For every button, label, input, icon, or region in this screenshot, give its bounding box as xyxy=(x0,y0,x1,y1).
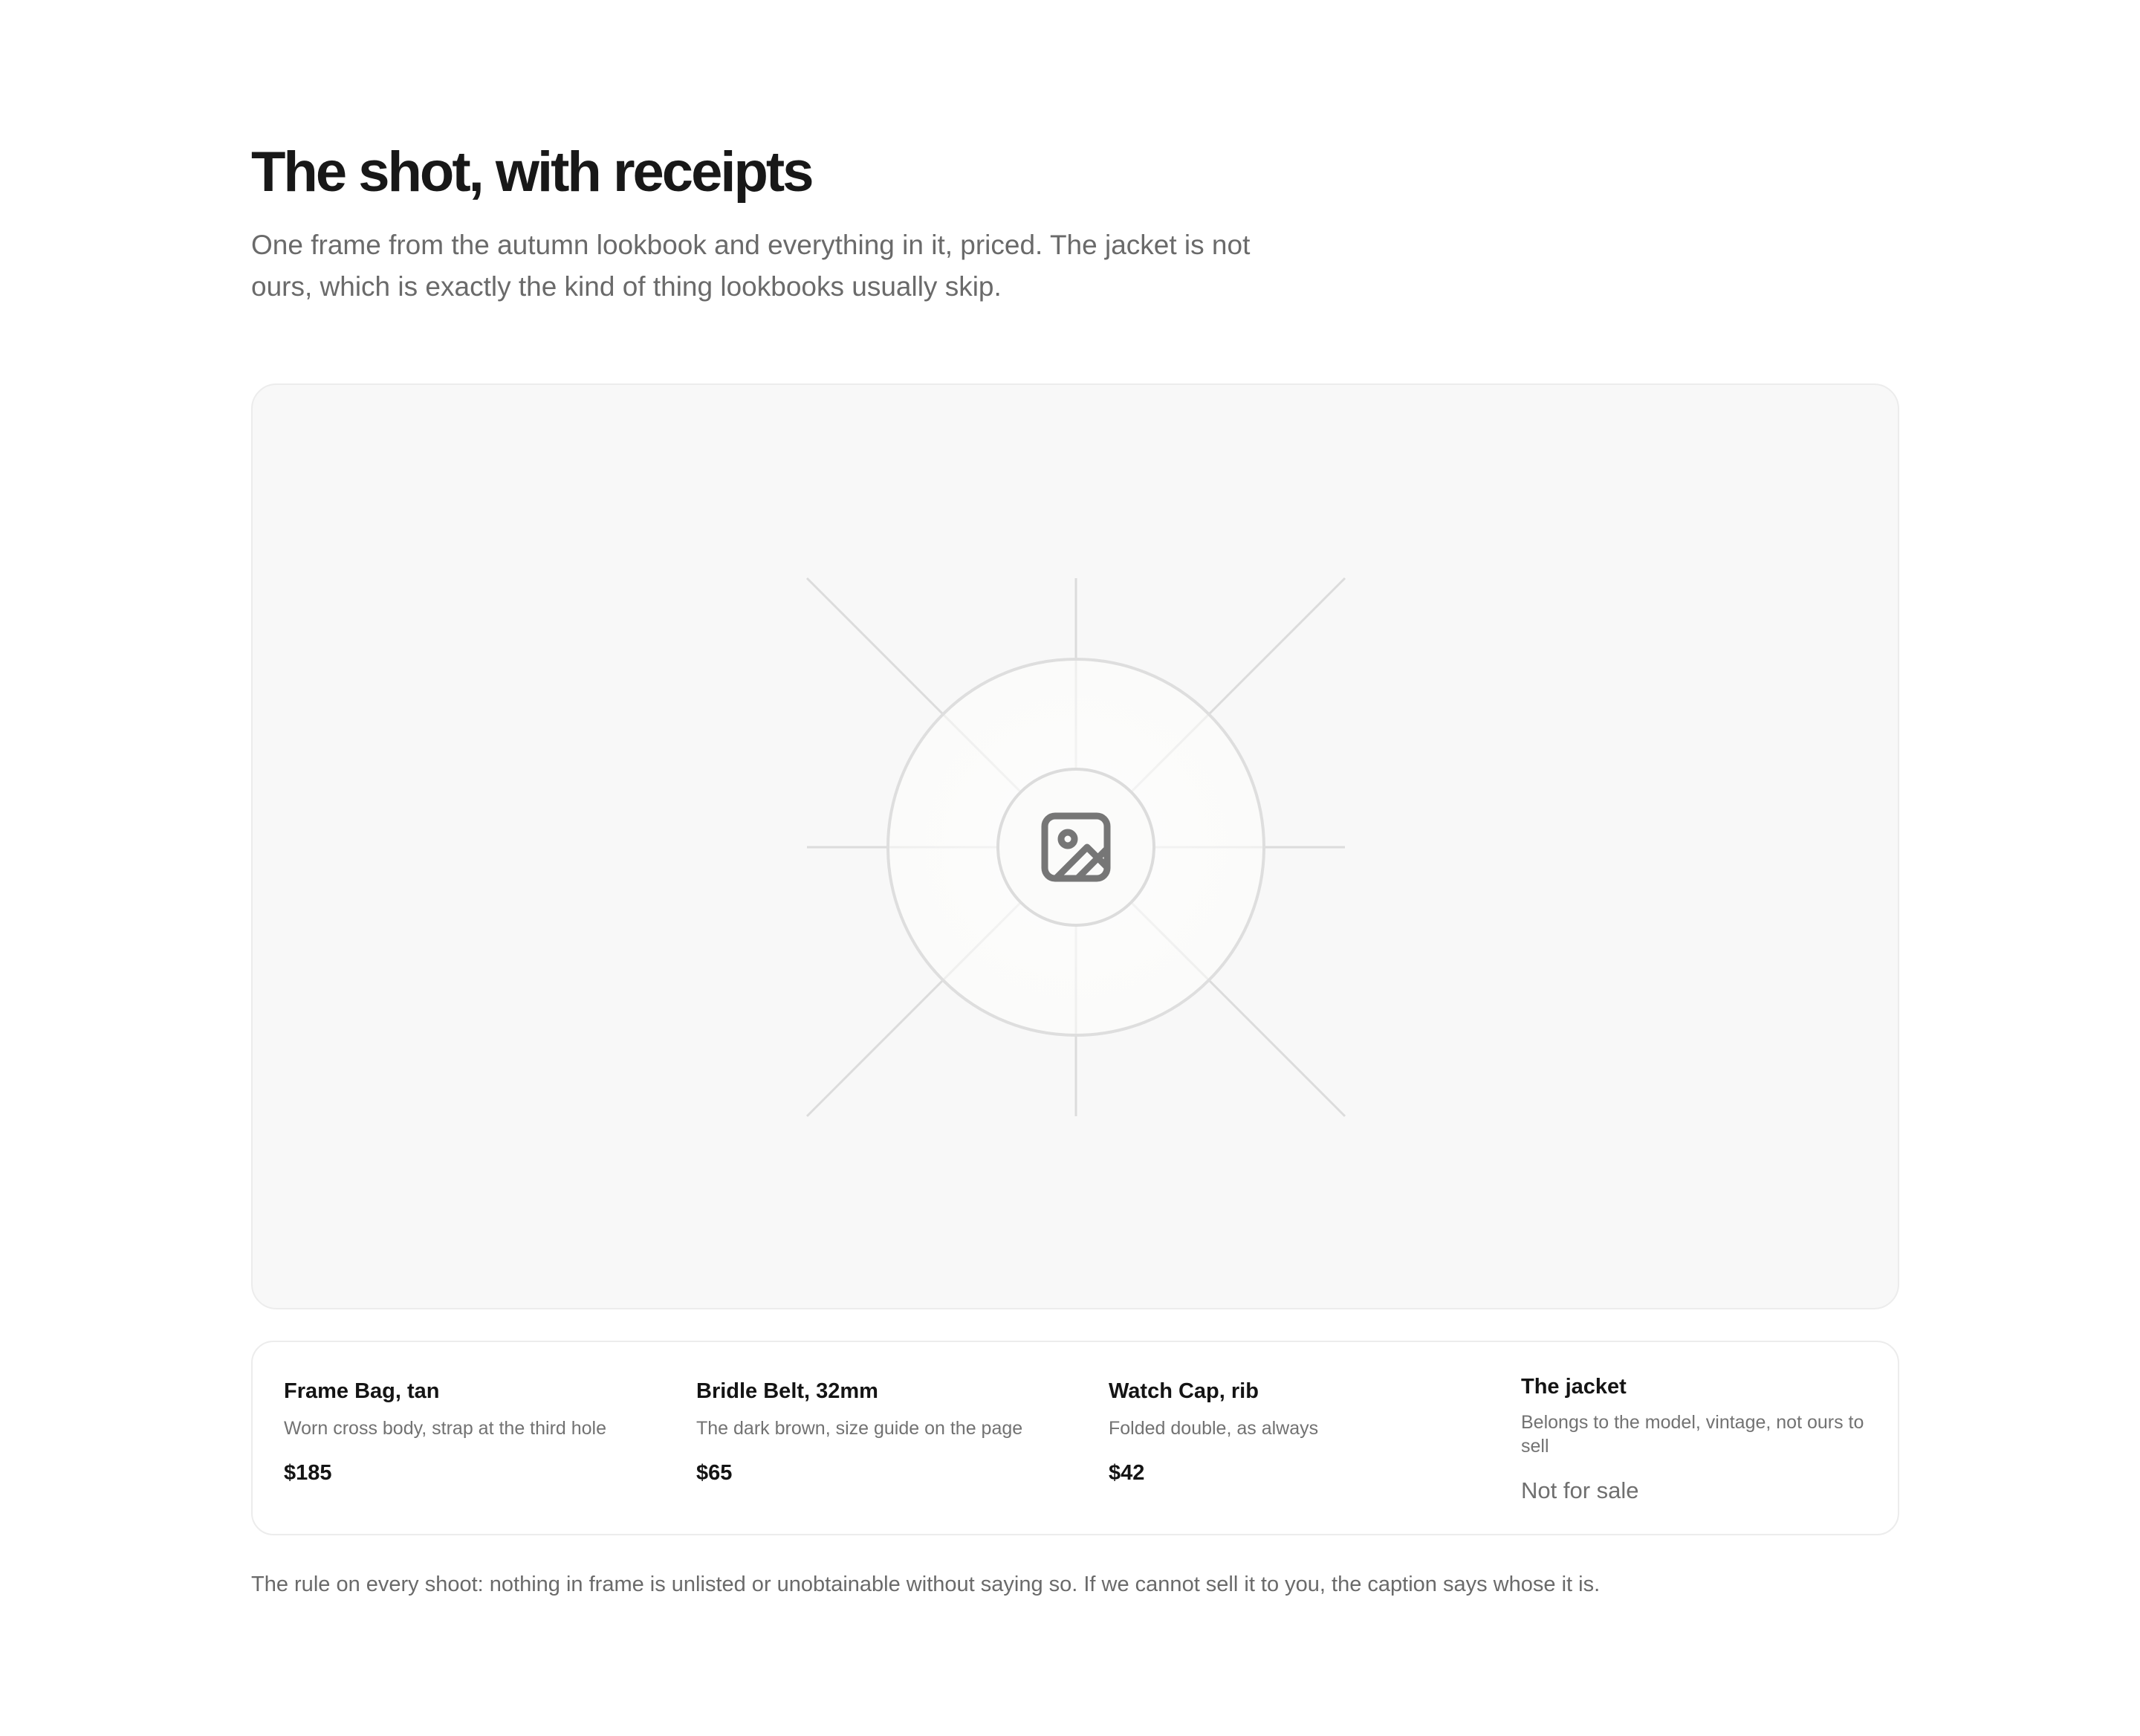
item-price: $42 xyxy=(1109,1461,1145,1485)
item-note: Folded double, as always xyxy=(1109,1418,1319,1439)
item-name: Frame Bag, tan xyxy=(284,1379,440,1403)
lookbook-image-placeholder xyxy=(251,383,1899,1309)
item-note: The dark brown, size guide on the page xyxy=(696,1418,1023,1439)
item-price: $185 xyxy=(284,1461,332,1485)
page-title: The shot, with receipts xyxy=(251,140,814,204)
item-name: The jacket xyxy=(1521,1375,1627,1399)
list-item[interactable]: Watch Cap, rib Folded double, as always … xyxy=(1109,1342,1480,1534)
image-placeholder-graphic xyxy=(805,577,1346,1118)
caption-policy-note: The rule on every shoot: nothing in fram… xyxy=(251,1573,1601,1596)
item-price: $65 xyxy=(696,1461,733,1485)
item-name: Watch Cap, rib xyxy=(1109,1379,1259,1403)
item-name: Bridle Belt, 32mm xyxy=(696,1379,878,1403)
item-note: Worn cross body, strap at the third hole xyxy=(284,1418,607,1439)
item-availability: Not for sale xyxy=(1521,1477,1639,1503)
list-item-unavailable: The jacket Belongs to the model, vintage… xyxy=(1521,1342,1893,1534)
page-intro: One frame from the autumn lookbook and e… xyxy=(251,230,1251,302)
placeholder-inner-ring xyxy=(996,768,1155,927)
list-item[interactable]: Frame Bag, tan Worn cross body, strap at… xyxy=(284,1342,655,1534)
list-item[interactable]: Bridle Belt, 32mm The dark brown, size g… xyxy=(696,1342,1068,1534)
item-note: Belongs to the model, vintage, not ours … xyxy=(1521,1412,1864,1457)
shot-item-list: Frame Bag, tan Worn cross body, strap at… xyxy=(251,1341,1899,1535)
